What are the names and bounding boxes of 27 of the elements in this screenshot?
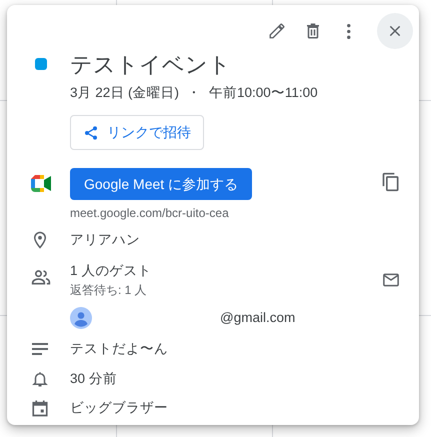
avatar-icon <box>70 306 92 329</box>
description-icon <box>31 342 49 356</box>
mail-icon[interactable] <box>382 270 400 289</box>
description-text: テストだよ〜ん <box>70 340 169 358</box>
location-icon <box>31 230 49 250</box>
more-icon <box>347 24 351 38</box>
copy-icon[interactable] <box>381 172 401 192</box>
join-meet-button[interactable]: Google Meet に参加する <box>70 168 252 200</box>
guest-email: @gmail.com <box>220 308 296 327</box>
guest-count: 1 人のゲスト <box>70 262 152 280</box>
reminder-text: 30 分前 <box>70 370 118 388</box>
response-status: 返答待ち: 1 人 <box>70 282 148 299</box>
calendar-icon <box>31 398 49 418</box>
video-call-icon <box>31 175 51 192</box>
location-text: アリアハン <box>70 231 141 250</box>
share-icon <box>83 124 99 141</box>
event-title: テストイベント <box>70 51 232 79</box>
close-icon <box>387 23 403 39</box>
separator-dot: ・ <box>187 84 202 102</box>
meet-link[interactable]: meet.google.com/bcr-uito-cea <box>70 204 373 222</box>
close-button[interactable] <box>377 13 413 49</box>
edit-icon <box>268 22 286 40</box>
event-date: 3月 22日 (金曜日) <box>70 84 180 102</box>
calendar-name: ビッグブラザー <box>70 399 169 418</box>
trash-icon <box>304 22 322 40</box>
invite-link-button[interactable]: リンクで招待 <box>70 115 204 150</box>
event-time: 午前10:00〜11:00 <box>209 84 318 102</box>
